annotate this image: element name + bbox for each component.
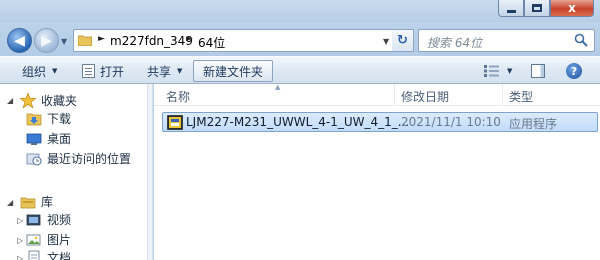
search-input[interactable]: 搜索 64位 — [427, 34, 482, 51]
breadcrumb-64bit[interactable]: 64位 — [198, 34, 225, 51]
expand-triangle-icon[interactable]: ▷ — [17, 216, 23, 225]
back-button[interactable]: ◀ — [7, 28, 32, 53]
new-folder-button[interactable]: 新建文件夹 — [193, 60, 274, 82]
column-divider[interactable] — [502, 84, 503, 106]
collapse-triangle-icon[interactable]: ◢ — [7, 198, 13, 207]
close-button[interactable]: x — [550, 0, 594, 17]
application-icon — [167, 115, 183, 130]
back-arrow-icon: ◀ — [14, 32, 25, 49]
forward-button[interactable]: ▶ — [34, 28, 59, 53]
libraries-icon — [20, 197, 36, 208]
column-header-row: ▲ 名称 修改日期 类型 — [154, 83, 600, 106]
sidebar-item-label: 桌面 — [47, 131, 72, 146]
address-dropdown-icon[interactable]: ▼ — [383, 37, 389, 46]
breadcrumb-separator-icon[interactable]: ► — [186, 34, 193, 44]
file-type: 应用程序 — [509, 117, 558, 131]
sidebar-item-recent-places[interactable]: 最近访问的位置 — [26, 149, 131, 167]
downloads-folder-icon — [26, 113, 42, 125]
sidebar-item-documents[interactable]: 文档 — [26, 248, 71, 260]
open-icon — [82, 64, 95, 78]
sidebar-item-label: 文档 — [47, 250, 72, 260]
maximize-button[interactable] — [524, 0, 550, 17]
sidebar-item-label: 下载 — [47, 111, 72, 126]
title-bar: x — [0, 0, 600, 22]
column-divider[interactable] — [394, 84, 395, 106]
folder-icon — [78, 35, 92, 46]
file-modified: 2021/11/1 10:10 — [401, 115, 501, 129]
breadcrumb-separator-icon[interactable]: ► — [98, 34, 105, 44]
breadcrumb-m227fdn-349[interactable]: m227fdn_349 — [110, 34, 193, 48]
help-icon[interactable]: ? — [566, 63, 582, 79]
address-row: ◀ ▶ ▼ ► m227fdn_349 ► 64位 ▼ ↻ 搜索 64位 — [0, 22, 600, 56]
organize-label: 组织 — [22, 64, 47, 79]
change-view-icon[interactable] — [484, 65, 499, 77]
refresh-button[interactable]: ↻ — [392, 29, 414, 52]
open-button[interactable]: 打开 — [82, 61, 124, 81]
sidebar-item-videos[interactable]: 视频 — [26, 210, 71, 228]
collapse-triangle-icon[interactable]: ◢ — [7, 96, 13, 105]
sidebar-item-favorites[interactable]: 收藏夹 — [20, 91, 77, 109]
minimize-icon — [506, 9, 516, 13]
new-folder-label: 新建文件夹 — [203, 64, 264, 79]
share-button[interactable]: 共享 ▼ — [147, 61, 182, 81]
address-bar[interactable]: ► m227fdn_349 ► 64位 — [73, 29, 411, 52]
search-box[interactable]: 搜索 64位 — [418, 29, 595, 52]
column-header-name[interactable]: 名称 — [166, 88, 190, 105]
chevron-down-icon: ▼ — [52, 67, 58, 75]
sidebar-item-label: 收藏夹 — [41, 93, 78, 108]
videos-icon — [26, 214, 41, 225]
window-controls: x — [498, 0, 594, 17]
command-bar: 组织 ▼ 打开 共享 ▼ 新建文件夹 ▼ ? — [0, 56, 600, 84]
sidebar-item-pictures[interactable]: 图片 — [26, 230, 71, 248]
recent-places-icon — [26, 153, 42, 165]
file-name: LJM227-M231_UWWL_4-1_UW_4_1_... — [186, 115, 410, 129]
file-row[interactable]: LJM227-M231_UWWL_4-1_UW_4_1_... 2021/11/… — [162, 112, 598, 132]
view-options-chevron-icon[interactable]: ▼ — [507, 67, 512, 75]
column-header-type[interactable]: 类型 — [509, 88, 533, 105]
sidebar-item-label: 视频 — [47, 212, 72, 227]
close-icon: x — [568, 1, 576, 15]
sidebar-item-label: 库 — [41, 194, 54, 209]
refresh-icon: ↻ — [397, 33, 408, 48]
desktop-icon — [26, 133, 42, 145]
star-icon — [20, 92, 36, 108]
pictures-icon — [26, 234, 41, 245]
minimize-button[interactable] — [498, 0, 524, 17]
organize-button[interactable]: 组织 ▼ — [22, 61, 57, 81]
navigation-pane: ◢ 收藏夹 下载 桌面 最近访问的位置 ◢ 库 ▷ 视频 ▷ 图片 ▷ 文档 — [0, 84, 148, 260]
documents-icon — [28, 250, 40, 260]
sidebar-item-downloads[interactable]: 下载 — [26, 109, 71, 127]
sidebar-item-label: 图片 — [47, 232, 72, 247]
forward-arrow-icon: ▶ — [41, 32, 52, 49]
expand-triangle-icon[interactable]: ▷ — [17, 236, 23, 245]
expand-triangle-icon[interactable]: ▷ — [17, 254, 23, 260]
sidebar-item-desktop[interactable]: 桌面 — [26, 129, 71, 147]
sort-arrow-icon: ▲ — [275, 83, 281, 91]
pane-splitter[interactable] — [148, 84, 153, 260]
recent-pages-dropdown[interactable]: ▼ — [61, 37, 67, 46]
chevron-down-icon: ▼ — [177, 67, 183, 75]
file-list: ▲ 名称 修改日期 类型 LJM227-M231_UWWL_4-1_UW_4_1… — [154, 83, 600, 260]
sidebar-item-libraries[interactable]: 库 — [20, 192, 53, 210]
sidebar-item-label: 最近访问的位置 — [47, 151, 132, 166]
share-label: 共享 — [147, 64, 172, 79]
preview-pane-icon[interactable] — [531, 64, 545, 78]
open-label: 打开 — [100, 64, 125, 79]
maximize-icon — [532, 4, 542, 12]
search-icon[interactable] — [574, 33, 588, 47]
column-header-modified[interactable]: 修改日期 — [401, 88, 449, 105]
help-glyph: ? — [570, 64, 578, 78]
